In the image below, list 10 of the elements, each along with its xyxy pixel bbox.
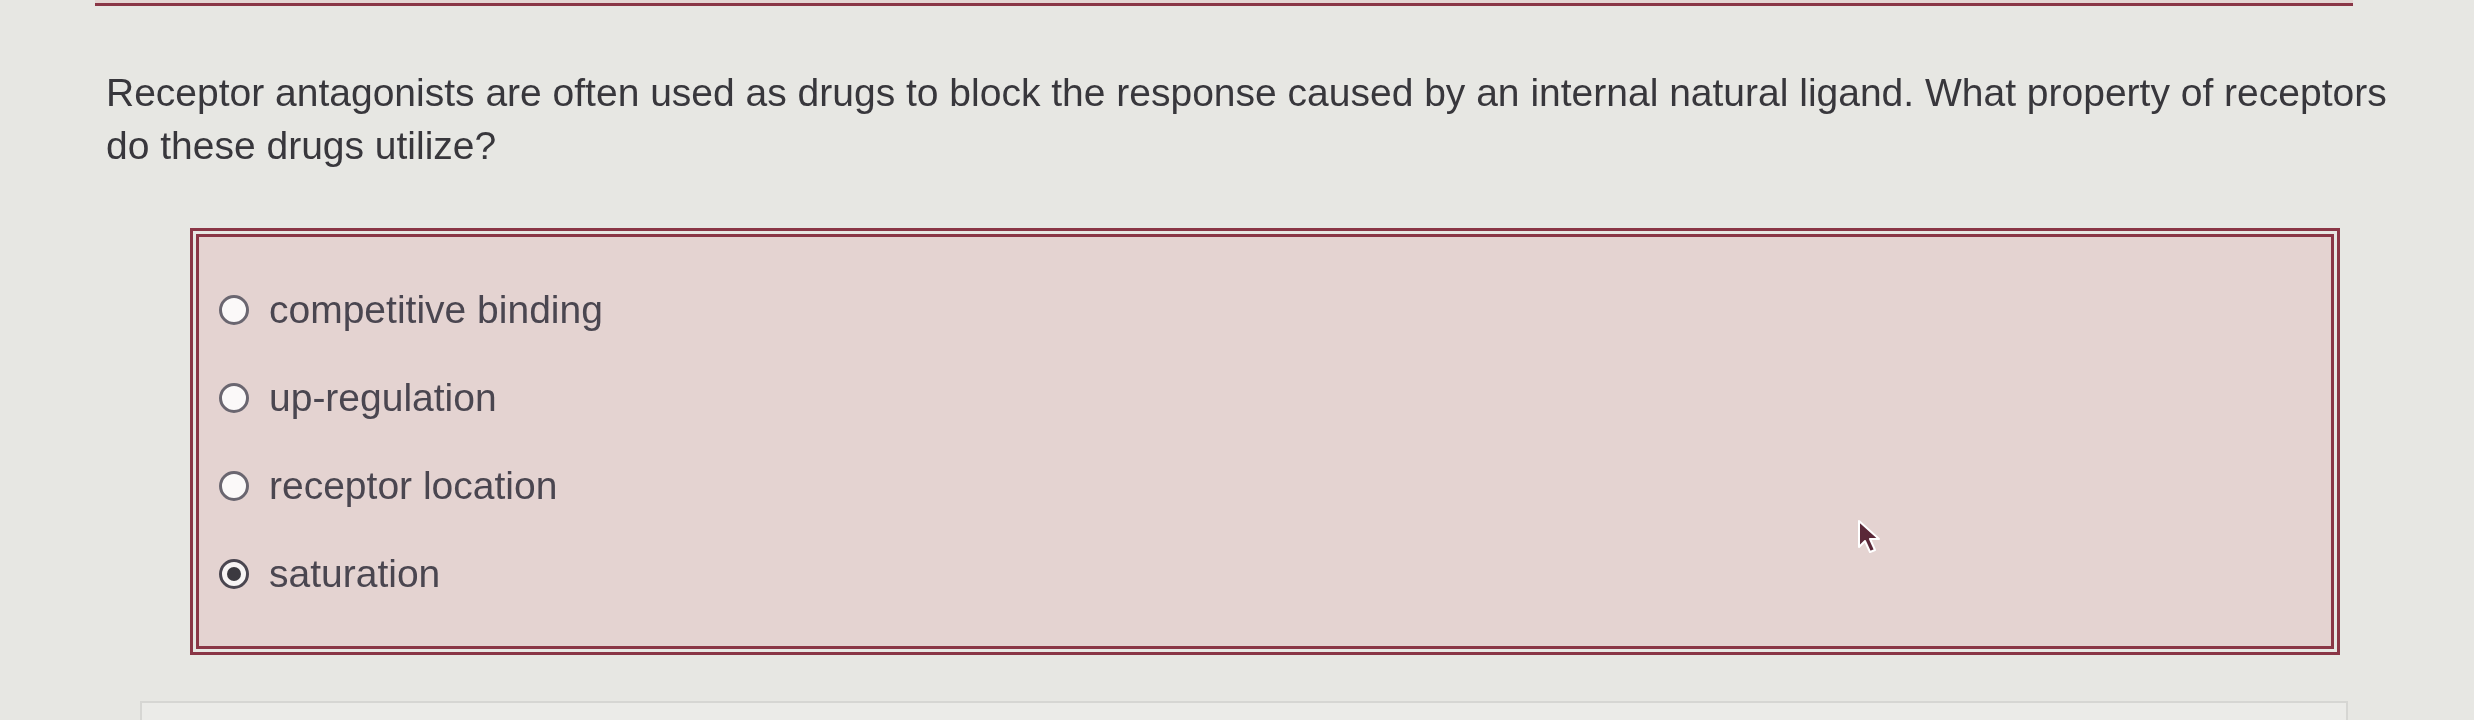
radio-button[interactable] <box>219 470 249 501</box>
mouse-cursor-icon <box>1857 519 1883 555</box>
radio-button[interactable] <box>219 558 249 589</box>
option-label[interactable]: up-regulation <box>269 376 497 419</box>
radio-button[interactable] <box>219 294 249 325</box>
radio-button[interactable] <box>219 382 249 413</box>
option-label[interactable]: competitive binding <box>269 288 603 331</box>
option-label[interactable]: saturation <box>269 552 441 595</box>
question-text: Receptor antagonists are often used as drugs to block the response caused by an internal natural ligand. What property of receptors do these drugs utilize? <box>106 70 2388 169</box>
option-label[interactable]: receptor location <box>269 464 558 507</box>
